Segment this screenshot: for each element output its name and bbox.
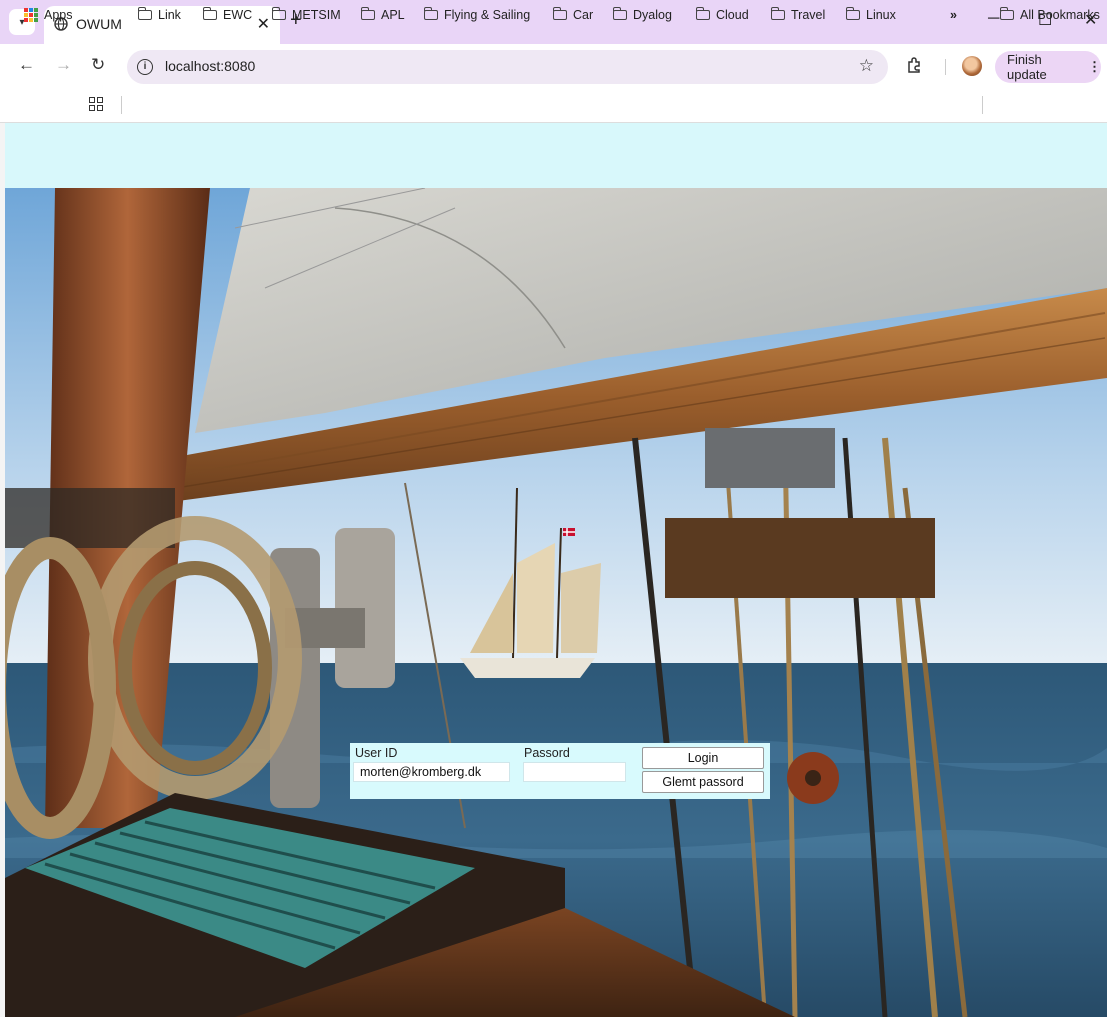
sailing-background-image (5, 188, 1107, 1017)
forward-icon[interactable]: → (55, 55, 72, 75)
address-bar[interactable]: i localhost:8080 ☆ (127, 50, 888, 84)
all-bookmarks-button[interactable]: All Bookmarks (999, 7, 1100, 22)
bookmark-apps[interactable]: Apps (24, 8, 73, 22)
folder-icon (999, 7, 1014, 20)
apps-grid-icon (24, 8, 38, 22)
finish-update-label: Finish update (1007, 52, 1047, 82)
bookmark-folder-flying-sailing[interactable]: Flying & Sailing (423, 7, 530, 22)
tab-close-icon[interactable]: ✕ (257, 14, 270, 34)
extensions-icon[interactable] (906, 57, 922, 73)
tab-groups-icon[interactable] (89, 97, 103, 111)
password-label: Passord (524, 746, 570, 760)
page-viewport (5, 123, 1107, 1017)
toolbar-divider (945, 59, 946, 75)
folder-icon (695, 7, 710, 20)
folder-icon (202, 7, 217, 20)
login-button[interactable]: Login (642, 747, 764, 769)
folder-icon (612, 7, 627, 20)
site-info-icon[interactable]: i (137, 59, 153, 75)
folder-icon (423, 7, 438, 20)
bookmarks-bar (0, 90, 1107, 123)
bookmark-folder-link[interactable]: Link (137, 7, 181, 22)
bookmark-folder-apl[interactable]: APL (360, 7, 405, 22)
bookmark-folder-ewc[interactable]: EWC (202, 7, 252, 22)
folder-icon (552, 7, 567, 20)
bookmarks-overflow-button[interactable]: » (950, 8, 957, 22)
bookmark-divider (121, 96, 122, 114)
reload-icon[interactable]: ↻ (91, 55, 105, 75)
folder-icon (271, 7, 286, 20)
profile-avatar[interactable] (962, 56, 982, 76)
bookmark-folder-travel[interactable]: Travel (770, 7, 825, 22)
tab-title: OWUM (76, 16, 122, 32)
folder-icon (137, 7, 152, 20)
folder-icon (845, 7, 860, 20)
folder-icon (770, 7, 785, 20)
bookmark-folder-cloud[interactable]: Cloud (695, 7, 749, 22)
back-icon[interactable]: ← (18, 55, 35, 75)
url-text[interactable]: localhost:8080 (165, 58, 255, 74)
bookmark-folder-metsim[interactable]: METSIM (271, 7, 341, 22)
folder-icon (360, 7, 375, 20)
login-panel: User ID Passord Login Glemt passord (350, 743, 770, 799)
menu-dots-icon: ⋮ (1088, 59, 1101, 74)
minimize-icon[interactable]: ─ (988, 10, 999, 28)
password-input[interactable] (523, 762, 626, 782)
bookmark-divider (982, 96, 983, 114)
user-id-label: User ID (355, 746, 398, 760)
bookmark-folder-car[interactable]: Car (552, 7, 593, 22)
user-id-input[interactable] (353, 762, 510, 782)
forgot-password-button[interactable]: Glemt passord (642, 771, 764, 793)
bookmark-folder-linux[interactable]: Linux (845, 7, 896, 22)
bookmark-folder-dyalog[interactable]: Dyalog (612, 7, 672, 22)
finish-update-button[interactable]: Finish update ⋮ (995, 51, 1101, 83)
bookmark-star-icon[interactable]: ☆ (859, 56, 874, 76)
